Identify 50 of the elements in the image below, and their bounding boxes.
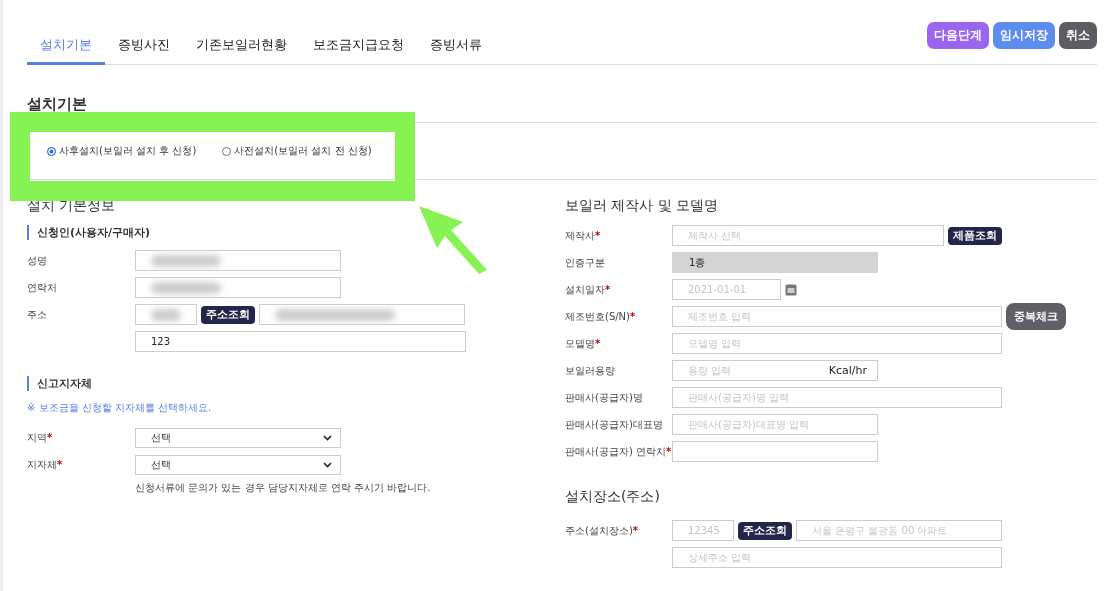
arrow-icon <box>417 204 489 276</box>
field-label: 모델명* <box>565 336 602 351</box>
zip-field[interactable] <box>135 304 197 325</box>
field-label: 지자체* <box>27 457 64 472</box>
field-label: 주소 <box>27 307 48 322</box>
section-title: 설치장소(주소) <box>565 488 661 506</box>
redaction-blur <box>151 254 221 267</box>
field-label: 판매사(공급자)대표명 <box>565 417 664 432</box>
subsection-title: 신고지자체 <box>27 376 565 391</box>
page-title: 설치기본 <box>27 95 88 114</box>
field-label: 연락처 <box>27 280 58 295</box>
chevron-down-icon <box>323 434 332 441</box>
help-text: 신청서류에 문의가 있는 경우 담당지자체로 연락 주시기 바랍니다. <box>135 481 432 495</box>
tab[interactable]: 기존보일러현황 <box>183 36 300 65</box>
field-label: 제조번호(S/N)* <box>565 309 637 324</box>
field-label: 제작사* <box>565 228 602 243</box>
calendar-icon[interactable] <box>785 283 797 296</box>
radio-option[interactable]: 사전설치(보일러 설치 전 신청) <box>222 144 372 158</box>
field-label: 인증구분 <box>565 255 606 270</box>
section-title: 보일러 제작사 및 모델명 <box>565 197 720 215</box>
duplicate-check-button[interactable]: 중복체크 <box>1006 303 1066 330</box>
field-label: 주소(설치장소)* <box>565 523 640 538</box>
address-search-button[interactable]: 주소조회 <box>738 521 792 540</box>
field-label: 보일러용량 <box>565 363 616 378</box>
input-field[interactable] <box>135 250 341 271</box>
cancel-button[interactable]: 취소 <box>1059 21 1097 49</box>
tab[interactable]: 증빙서류 <box>417 36 495 65</box>
address-field[interactable] <box>259 304 465 325</box>
field-label: 성명 <box>27 253 48 268</box>
address-search-button[interactable]: 주소조회 <box>201 305 255 324</box>
select-field[interactable]: 선택 <box>135 454 341 475</box>
radio-dot[interactable] <box>47 146 56 156</box>
tab[interactable]: 설치기본 <box>27 36 105 65</box>
redaction-blur <box>151 281 221 294</box>
field-label: 설치일자* <box>565 282 612 297</box>
field-label: 지역* <box>27 430 54 445</box>
radio-option[interactable]: 사후설치(보일러 설치 후 신청) <box>47 144 197 158</box>
readonly-field: 1종 <box>672 252 878 273</box>
select-field[interactable]: 선택 <box>135 427 341 448</box>
field-label: 판매사(공급자)명 <box>565 390 644 405</box>
tab[interactable]: 증빙사진 <box>105 36 183 65</box>
tab[interactable]: 보조금지급요청 <box>300 36 417 65</box>
input-field[interactable] <box>135 277 341 298</box>
notice-text: ※ 보조금을 신청할 지자체를 선택하세요. <box>27 401 213 415</box>
product-search-button[interactable]: 제품조회 <box>948 226 1002 245</box>
input-field[interactable] <box>672 441 878 462</box>
redaction-blur <box>151 308 181 321</box>
next-step-button[interactable]: 다음단계 <box>927 21 989 49</box>
chevron-down-icon <box>323 461 332 468</box>
detail-address-field[interactable]: 123 <box>135 331 466 352</box>
